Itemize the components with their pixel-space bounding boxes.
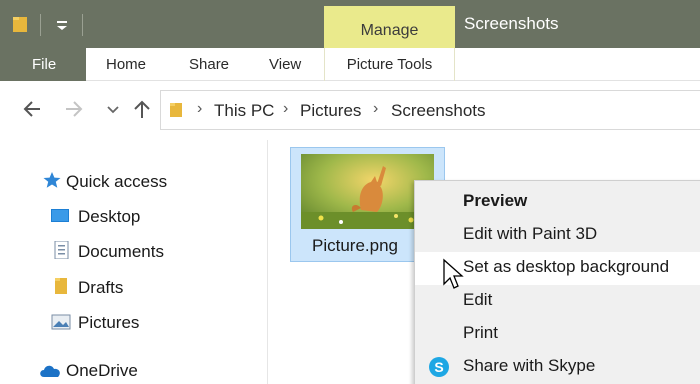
menu-item-label: Preview: [463, 191, 528, 210]
tab-manage[interactable]: Manage: [324, 6, 455, 48]
pictures-icon: [51, 314, 71, 330]
customize-toolbar-icon[interactable]: [54, 18, 70, 32]
breadcrumb-screenshots[interactable]: Screenshots: [391, 101, 486, 121]
pane-divider[interactable]: [267, 140, 268, 384]
up-arrow-icon[interactable]: [132, 98, 152, 120]
menu-item-label: Print: [463, 323, 498, 342]
tab-picture-tools[interactable]: Picture Tools: [324, 48, 455, 81]
window-title: Screenshots: [464, 14, 559, 33]
folder-icon[interactable]: [12, 15, 28, 33]
menu-item-label: Edit with Paint 3D: [463, 224, 598, 243]
mouse-cursor-icon: [443, 258, 464, 289]
chevron-right-icon[interactable]: ›: [197, 100, 202, 118]
cloud-icon: [40, 365, 60, 377]
tab-view[interactable]: View: [269, 56, 301, 73]
menu-item-print[interactable]: Print: [415, 318, 700, 351]
title-bar: Manage Screenshots: [0, 0, 700, 48]
sidebar-item-drafts[interactable]: Drafts: [78, 278, 123, 298]
navigation-bar: › This PC › Pictures › Screenshots: [0, 90, 700, 130]
sidebar-item-onedrive[interactable]: OneDrive: [66, 361, 138, 381]
toolbar-separator: [82, 14, 83, 36]
toolbar-separator: [40, 14, 41, 36]
navigation-pane: Quick access Desktop Documents Drafts Pi…: [0, 140, 267, 384]
menu-item-label: Share with Skype: [463, 356, 596, 375]
menu-item-preview[interactable]: Preview: [415, 186, 700, 219]
sidebar-item-pictures[interactable]: Pictures: [78, 313, 139, 333]
chevron-right-icon[interactable]: ›: [283, 100, 288, 118]
address-bar[interactable]: › This PC › Pictures › Screenshots: [160, 90, 700, 130]
skype-icon: S: [429, 357, 449, 377]
documents-icon: [54, 241, 69, 259]
tab-file[interactable]: File: [0, 48, 86, 81]
folder-icon: [55, 278, 67, 294]
desktop-icon: [51, 209, 69, 222]
ribbon-tabs: File Home Share View Picture Tools: [0, 48, 700, 81]
menu-item-label: Edit: [463, 290, 493, 309]
menu-item-share-with-skype[interactable]: S Share with Skype: [415, 351, 700, 384]
menu-item-edit-with-paint-3d[interactable]: Edit with Paint 3D: [415, 219, 700, 252]
sidebar-item-documents[interactable]: Documents: [78, 242, 164, 262]
back-arrow-icon[interactable]: [22, 98, 42, 120]
tab-home[interactable]: Home: [106, 56, 146, 73]
chevron-right-icon[interactable]: ›: [373, 100, 378, 118]
sidebar-item-desktop[interactable]: Desktop: [78, 207, 140, 227]
forward-arrow-icon[interactable]: [64, 98, 84, 120]
breadcrumb-this-pc[interactable]: This PC: [214, 101, 274, 121]
recent-locations-chevron-icon[interactable]: [103, 98, 123, 120]
star-icon: [43, 172, 61, 188]
folder-icon: [170, 103, 182, 117]
menu-item-label: Set as desktop background: [463, 257, 670, 276]
file-name: Picture.png: [312, 236, 398, 255]
tab-share[interactable]: Share: [189, 56, 229, 73]
breadcrumb-pictures[interactable]: Pictures: [300, 101, 361, 121]
sidebar-item-quick-access[interactable]: Quick access: [66, 172, 167, 192]
